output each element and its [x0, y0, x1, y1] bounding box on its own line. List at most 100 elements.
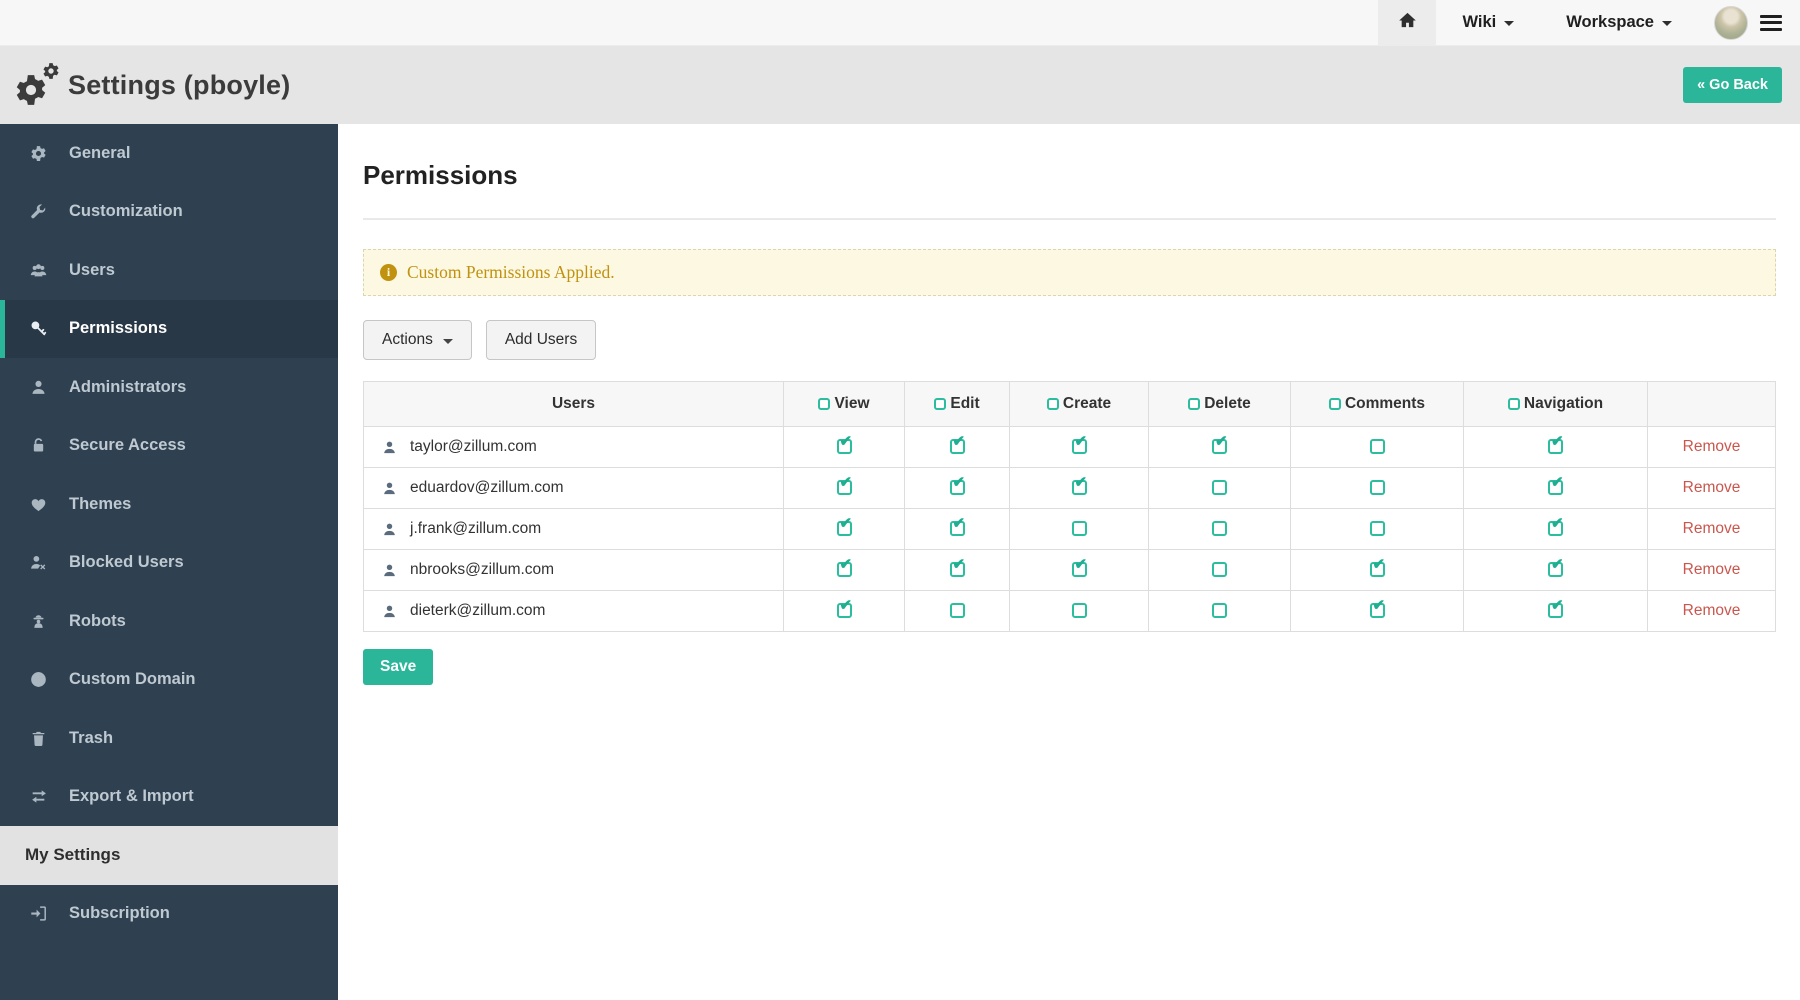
select-all-comments-checkbox[interactable] [1329, 398, 1341, 410]
sidebar-item-general[interactable]: General [0, 124, 338, 183]
edit-checkbox[interactable]: ✔ [950, 521, 965, 536]
remove-link[interactable]: Remove [1683, 479, 1741, 496]
page-header-title: Settings (pboyle) [68, 70, 290, 101]
comments-checkbox[interactable] [1370, 521, 1385, 536]
users-column-header: Users [364, 382, 784, 427]
create-checkbox[interactable] [1072, 521, 1087, 536]
sidebar-item-subscription[interactable]: Subscription [0, 885, 338, 944]
checkmark-icon: ✔ [1373, 598, 1386, 613]
settings-header: Settings (pboyle) « Go Back [0, 46, 1800, 124]
user-email: nbrooks@zillum.com [410, 561, 554, 579]
settings-gears-icon [14, 61, 64, 109]
navigation-checkbox[interactable]: ✔ [1548, 603, 1563, 618]
remove-link[interactable]: Remove [1683, 520, 1741, 537]
sidebar-item-secure-access[interactable]: Secure Access [0, 417, 338, 476]
select-all-delete-checkbox[interactable] [1188, 398, 1200, 410]
delete-checkbox[interactable] [1212, 562, 1227, 577]
custom-permissions-banner: i Custom Permissions Applied. [363, 249, 1776, 296]
wrench-icon [30, 203, 57, 220]
wiki-menu[interactable]: Wiki [1462, 13, 1514, 32]
hamburger-menu-icon[interactable] [1760, 11, 1782, 34]
top-bar: Wiki Workspace [0, 0, 1800, 46]
edit-checkbox[interactable]: ✔ [950, 480, 965, 495]
checkmark-icon: ✔ [953, 475, 966, 490]
avatar[interactable] [1714, 6, 1748, 40]
page-title: Permissions [363, 160, 1776, 191]
navigation-checkbox[interactable]: ✔ [1548, 562, 1563, 577]
column-header-label: View [834, 395, 869, 413]
sidebar-item-administrators[interactable]: Administrators [0, 358, 338, 417]
view-checkbox[interactable]: ✔ [837, 603, 852, 618]
create-checkbox[interactable]: ✔ [1072, 480, 1087, 495]
sidebar-item-my-settings[interactable]: My Settings [0, 826, 338, 885]
edit-checkbox[interactable]: ✔ [950, 562, 965, 577]
remove-link[interactable]: Remove [1683, 602, 1741, 619]
checkmark-icon: ✔ [840, 557, 853, 572]
view-cell: ✔ [784, 468, 905, 509]
edit-checkbox[interactable] [950, 603, 965, 618]
user-email: taylor@zillum.com [410, 438, 537, 456]
workspace-menu[interactable]: Workspace [1566, 13, 1672, 32]
sidebar-item-robots[interactable]: Robots [0, 592, 338, 651]
remove-link[interactable]: Remove [1683, 561, 1741, 578]
sidebar-item-custom-domain[interactable]: Custom Domain [0, 651, 338, 710]
delete-checkbox[interactable]: ✔ [1212, 439, 1227, 454]
sidebar-item-themes[interactable]: Themes [0, 475, 338, 534]
table-row: taylor@zillum.com ✔ ✔ ✔ ✔ ✔ Remove [364, 427, 1776, 468]
user-icon [30, 379, 57, 396]
comments-cell: ✔ [1291, 550, 1464, 591]
sidebar-item-users[interactable]: Users [0, 241, 338, 300]
sidebar-item-customization[interactable]: Customization [0, 183, 338, 242]
checkmark-icon: ✔ [840, 598, 853, 613]
sidebar-item-export-import[interactable]: Export & Import [0, 768, 338, 827]
sidebar-item-permissions[interactable]: Permissions [0, 300, 338, 359]
create-checkbox[interactable]: ✔ [1072, 562, 1087, 577]
sidebar-item-label: General [69, 144, 130, 163]
sidebar-item-trash[interactable]: Trash [0, 709, 338, 768]
view-checkbox[interactable]: ✔ [837, 480, 852, 495]
create-cell: ✔ [1010, 550, 1149, 591]
add-users-button[interactable]: Add Users [486, 320, 596, 360]
view-checkbox[interactable]: ✔ [837, 439, 852, 454]
select-all-edit-checkbox[interactable] [934, 398, 946, 410]
user-email: eduardov@zillum.com [410, 479, 564, 497]
table-row: nbrooks@zillum.com✔✔✔✔✔Remove [364, 550, 1776, 591]
home-button[interactable] [1378, 0, 1436, 46]
select-all-view-checkbox[interactable] [818, 398, 830, 410]
create-cell [1010, 591, 1149, 632]
create-checkbox[interactable]: ✔ [1072, 439, 1087, 454]
sidebar-item-label: Permissions [69, 319, 167, 338]
column-header-label: Navigation [1524, 395, 1603, 413]
column-header-label: Delete [1204, 395, 1251, 413]
select-all-navigation-checkbox[interactable] [1508, 398, 1520, 410]
delete-checkbox[interactable] [1212, 521, 1227, 536]
sidebar-item-blocked-users[interactable]: Blocked Users [0, 534, 338, 593]
sidebar-item-label: Blocked Users [69, 553, 184, 572]
create-cell [1010, 509, 1149, 550]
remove-column-header [1648, 382, 1776, 427]
go-back-button[interactable]: « Go Back [1683, 67, 1782, 103]
comments-checkbox[interactable] [1370, 480, 1385, 495]
comments-checkbox[interactable]: ✔ [1370, 603, 1385, 618]
sidebar-item-label: Robots [69, 612, 126, 631]
actions-button[interactable]: Actions [363, 320, 472, 360]
comments-checkbox[interactable] [1370, 439, 1385, 454]
delete-checkbox[interactable] [1212, 480, 1227, 495]
navigation-checkbox[interactable]: ✔ [1548, 439, 1563, 454]
navigation-checkbox[interactable]: ✔ [1548, 480, 1563, 495]
delete-cell [1149, 509, 1291, 550]
view-checkbox[interactable]: ✔ [837, 521, 852, 536]
header-row: UsersViewEditCreateDeleteCommentsNavigat… [364, 382, 1776, 427]
edit-checkbox[interactable]: ✔ [950, 439, 965, 454]
navigation-checkbox[interactable]: ✔ [1548, 521, 1563, 536]
sidebar-item-label: Export & Import [69, 787, 194, 806]
remove-link[interactable]: Remove [1683, 438, 1741, 455]
view-checkbox[interactable]: ✔ [837, 562, 852, 577]
navigation-cell: ✔ [1464, 591, 1648, 632]
delete-cell: ✔ [1149, 427, 1291, 468]
save-button[interactable]: Save [363, 649, 433, 685]
delete-checkbox[interactable] [1212, 603, 1227, 618]
select-all-create-checkbox[interactable] [1047, 398, 1059, 410]
comments-checkbox[interactable]: ✔ [1370, 562, 1385, 577]
create-checkbox[interactable] [1072, 603, 1087, 618]
